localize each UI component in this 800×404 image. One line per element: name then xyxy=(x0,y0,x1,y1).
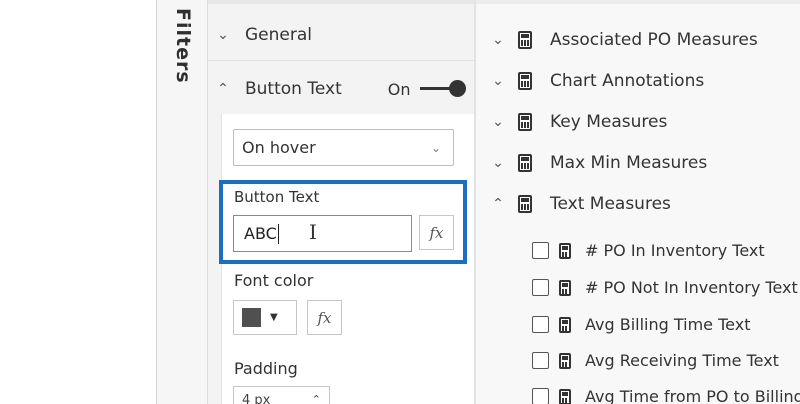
field-checkbox[interactable] xyxy=(532,388,549,404)
field-group-key-measures[interactable]: ⌄ Key Measures xyxy=(490,101,800,142)
field-item-label: # PO Not In Inventory Text xyxy=(585,278,798,297)
field-checkbox[interactable] xyxy=(532,352,549,369)
chevron-down-icon: ⌄ xyxy=(430,140,441,155)
button-state-selected: On hover xyxy=(242,138,316,157)
field-group-max-min-measures[interactable]: ⌄ Max Min Measures xyxy=(490,142,800,183)
calculator-icon xyxy=(518,153,532,172)
fields-pane-top-border xyxy=(476,0,800,4)
font-color-fx-button[interactable]: fx xyxy=(307,300,342,335)
toggle-state-label: On xyxy=(387,79,411,99)
field-checkbox[interactable] xyxy=(532,242,549,259)
calculator-icon xyxy=(518,194,532,213)
canvas-edge xyxy=(0,0,157,404)
field-group-text-measures[interactable]: ⌃ Text Measures xyxy=(490,183,800,224)
field-item[interactable]: Avg Billing Time Text xyxy=(532,306,800,343)
field-group-label: Key Measures xyxy=(550,111,668,132)
calculator-icon xyxy=(559,388,571,404)
chevron-down-icon: ⌄ xyxy=(492,72,504,89)
caret-down-icon: ▼ xyxy=(270,312,278,323)
button-text-field-label: Button Text xyxy=(234,188,320,206)
button-text-value: ABC xyxy=(244,224,277,243)
field-item-label: Avg Billing Time Text xyxy=(585,315,751,334)
text-caret xyxy=(277,223,279,244)
chevron-down-icon: ⌄ xyxy=(492,31,504,48)
calculator-icon xyxy=(518,112,532,131)
color-swatch xyxy=(242,308,261,327)
field-checkbox[interactable] xyxy=(532,279,549,296)
field-item-label: Avg Receiving Time Text xyxy=(585,351,779,370)
button-state-dropdown[interactable]: On hover ⌄ xyxy=(233,129,454,166)
chevron-down-icon: ⌄ xyxy=(217,27,229,43)
chevron-down-icon: ⌄ xyxy=(492,113,504,130)
field-item[interactable]: Avg Time from PO to Billing xyxy=(532,378,800,404)
padding-label: Padding xyxy=(234,359,298,378)
button-text-fx-button[interactable]: fx xyxy=(419,215,454,250)
field-item-label: Avg Time from PO to Billing xyxy=(585,387,800,404)
button-text-section-label: Button Text xyxy=(245,79,342,99)
field-group-label: Max Min Measures xyxy=(550,152,708,173)
filters-label[interactable]: Filters xyxy=(168,8,194,84)
chevron-up-icon: ⌃ xyxy=(217,81,229,97)
chevron-up-icon: ⌃ xyxy=(492,195,504,212)
field-item-label: # PO In Inventory Text xyxy=(585,241,765,260)
padding-value: 4 px xyxy=(242,393,271,404)
field-group-label: Associated PO Measures xyxy=(550,29,758,50)
calculator-icon xyxy=(518,71,532,90)
field-group-label: Chart Annotations xyxy=(550,70,705,91)
font-color-picker[interactable]: ▼ xyxy=(233,300,297,335)
calculator-icon xyxy=(559,242,571,259)
button-text-section-header[interactable]: ⌃ Button Text On xyxy=(215,64,471,114)
toggle-knob[interactable] xyxy=(449,79,467,97)
chevron-up-icon[interactable]: ⌃ xyxy=(312,393,321,404)
button-text-input[interactable]: ABC xyxy=(233,215,412,252)
general-section-header[interactable]: ⌄ General xyxy=(215,10,471,60)
ibeam-cursor-icon: I xyxy=(309,220,317,244)
field-group-chart-annotations[interactable]: ⌄ Chart Annotations xyxy=(490,60,800,101)
field-item[interactable]: Avg Receiving Time Text xyxy=(532,342,800,379)
field-item[interactable]: # PO In Inventory Text xyxy=(532,232,800,269)
button-text-toggle[interactable] xyxy=(420,79,467,97)
section-divider xyxy=(208,60,474,61)
chevron-down-icon: ⌄ xyxy=(492,154,504,171)
calculator-icon xyxy=(559,352,571,369)
calculator-icon xyxy=(559,279,571,296)
field-group-label: Text Measures xyxy=(550,193,671,214)
format-pane-top-border xyxy=(208,0,474,4)
field-item[interactable]: # PO Not In Inventory Text xyxy=(532,269,800,306)
calculator-icon xyxy=(559,316,571,333)
field-group-associated-po-measures[interactable]: ⌄ Associated PO Measures xyxy=(490,19,800,60)
calculator-icon xyxy=(518,30,532,49)
field-checkbox[interactable] xyxy=(532,316,549,333)
padding-stepper[interactable]: 4 px ⌃ xyxy=(233,386,330,404)
general-section-label: General xyxy=(245,25,312,45)
font-color-label: Font color xyxy=(234,271,314,290)
